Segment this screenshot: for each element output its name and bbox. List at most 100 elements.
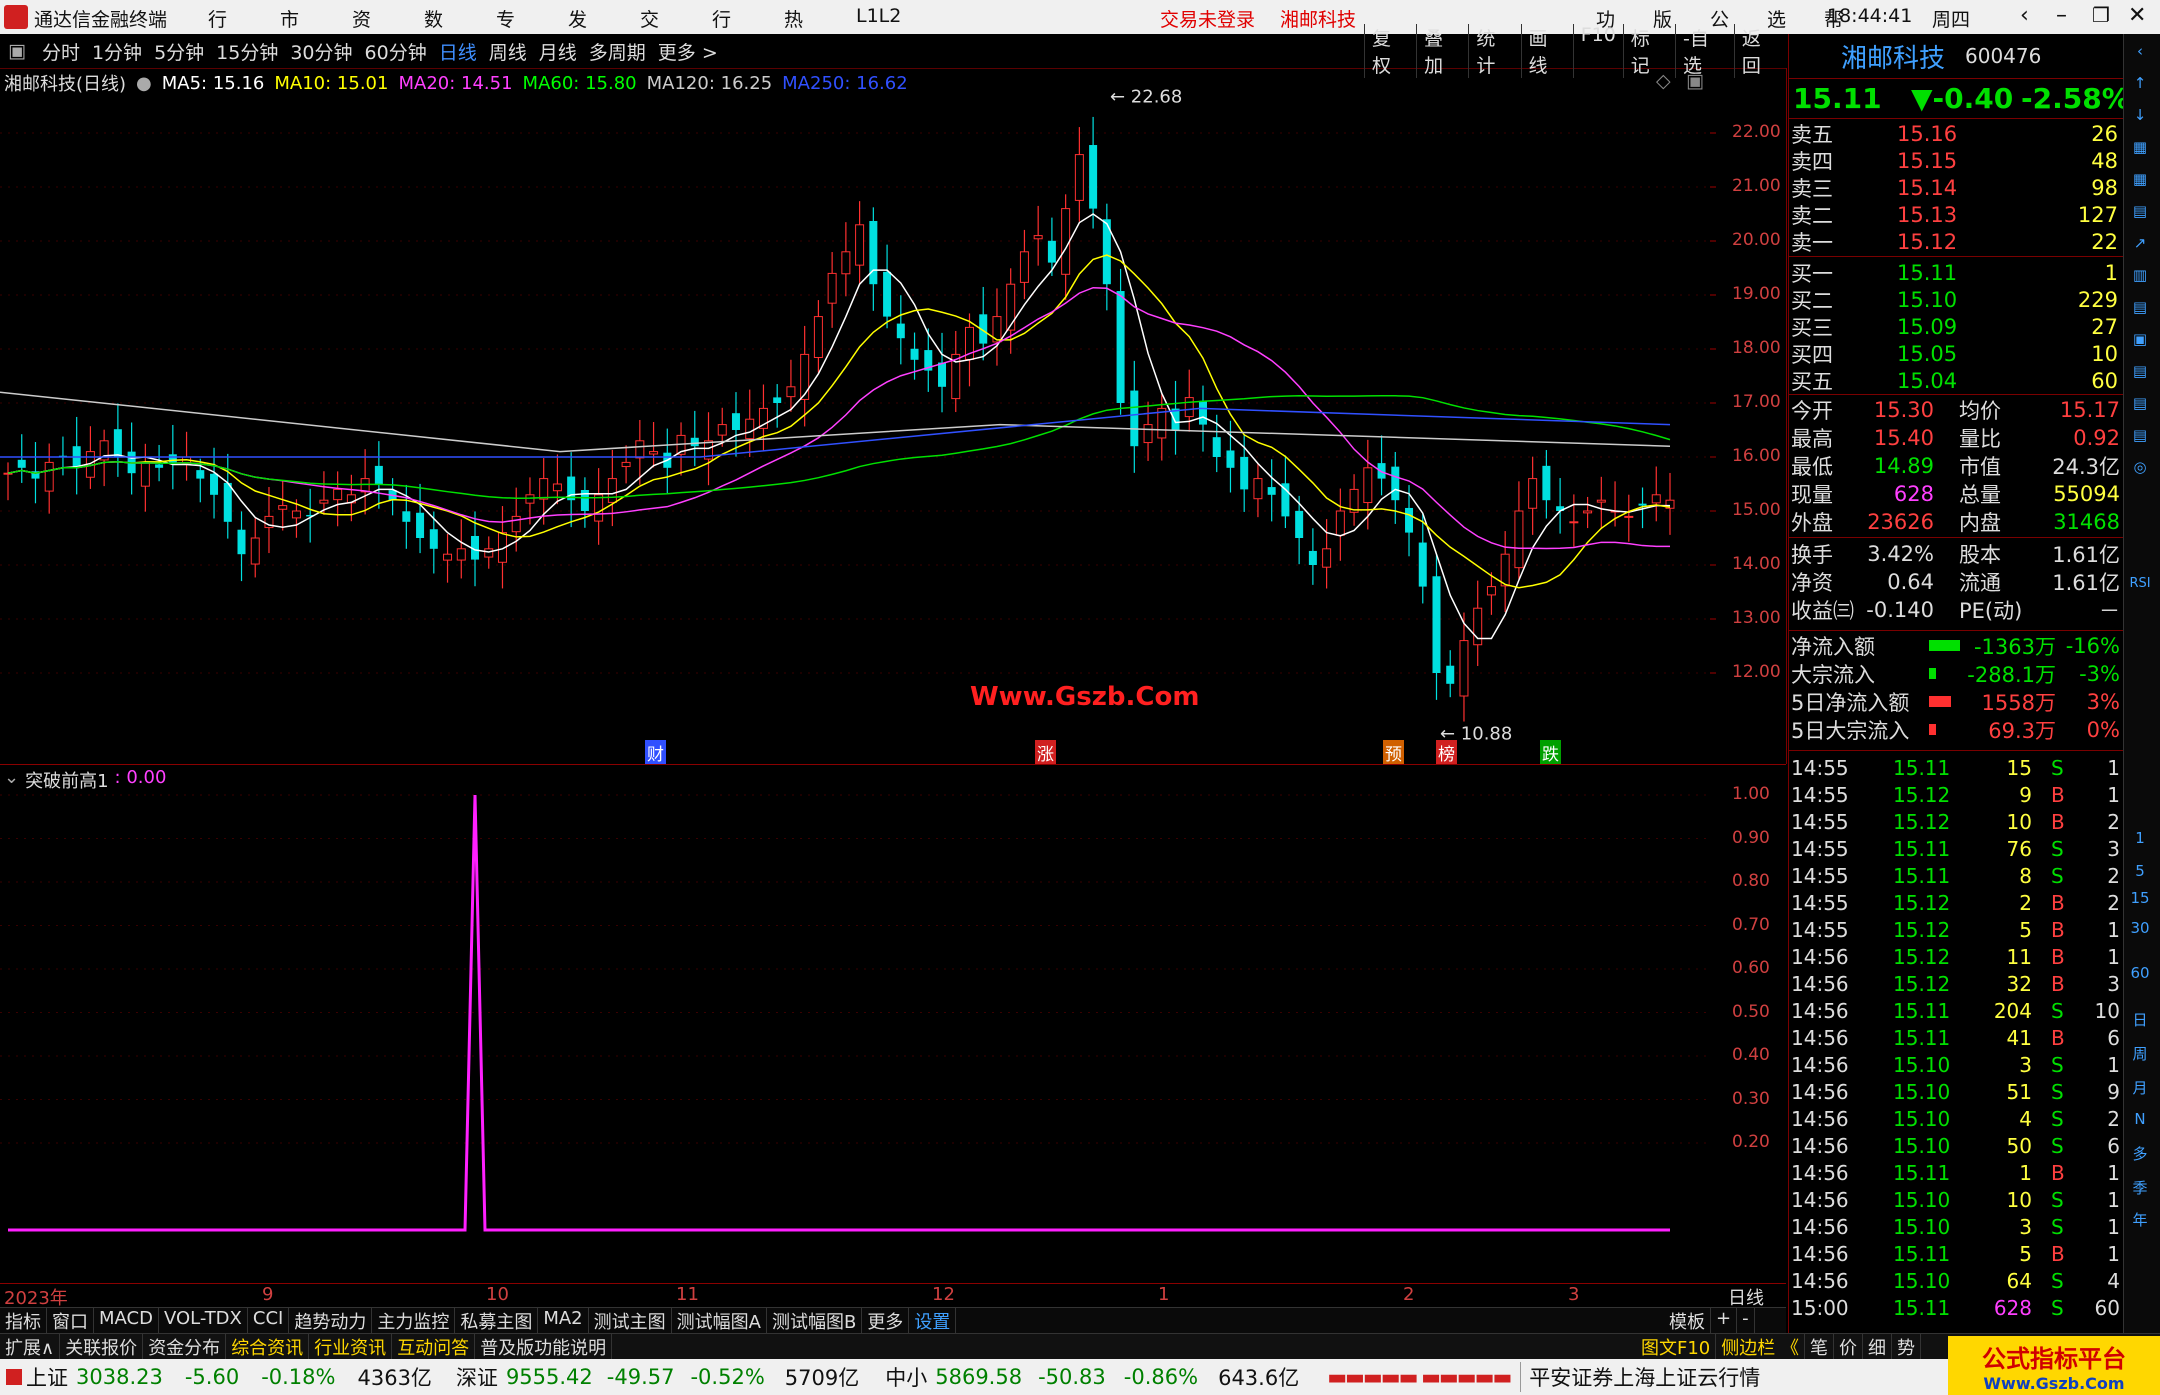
- indicator-tab-6[interactable]: 主力监控: [372, 1308, 456, 1334]
- side-tool-icon[interactable]: ▤: [2125, 294, 2155, 320]
- tick-list[interactable]: 14:55 15.11 15 S 1 14:55 15.12 9 B 1 14:55 15.12 10 B…: [1789, 750, 2124, 1332]
- period-tab-7[interactable]: 周线: [483, 38, 533, 65]
- ask-row[interactable]: 卖二 15.13 127: [1789, 201, 2124, 228]
- template-button-2[interactable]: -: [1737, 1308, 1755, 1334]
- candlestick-chart[interactable]: ← 22.68← 10.88: [0, 68, 1786, 764]
- side-period-5[interactable]: 日: [2125, 1006, 2155, 1032]
- period-tab-3[interactable]: 15分钟: [210, 38, 284, 65]
- flow-value: -1363万: [1973, 634, 2056, 659]
- indicator-tab-10[interactable]: 测试幅图A: [672, 1308, 767, 1334]
- side-tool-icon[interactable]: ▦: [2125, 166, 2155, 192]
- ask-row[interactable]: 卖三 15.14 98: [1789, 174, 2124, 201]
- period-tab-2[interactable]: 5分钟: [148, 38, 210, 65]
- ext-tab-5[interactable]: 互动问答: [392, 1334, 476, 1360]
- indicator-tab-9[interactable]: 测试主图: [589, 1308, 672, 1334]
- side-tool-icon[interactable]: ▤: [2125, 358, 2155, 384]
- side-period-6[interactable]: 周: [2125, 1040, 2155, 1066]
- indicator-tab-11[interactable]: 测试幅图B: [767, 1308, 863, 1334]
- side-tool-icon[interactable]: ▤: [2125, 422, 2155, 448]
- side-tool-icon[interactable]: ▤: [2125, 390, 2155, 416]
- side-rsi[interactable]: RSI: [2125, 570, 2155, 596]
- ask-row[interactable]: 卖一 15.12 22: [1789, 228, 2124, 255]
- side-period-8[interactable]: N: [2125, 1106, 2155, 1132]
- period-tab-10[interactable]: 更多 >: [652, 38, 724, 65]
- ext-right-4[interactable]: 细: [1863, 1334, 1892, 1360]
- side-tool-icon[interactable]: ▣: [2125, 326, 2155, 352]
- side-period-2[interactable]: 15: [2125, 885, 2155, 911]
- bid-row[interactable]: 买二 15.10 229: [1789, 286, 2124, 313]
- gszb-logo: 公式指标平台 Www.Gszb.Com: [1948, 1336, 2160, 1395]
- side-tool-icon[interactable]: ↑: [2125, 70, 2155, 96]
- template-button-0[interactable]: 模板: [1664, 1308, 1711, 1334]
- period-tab-8[interactable]: 月线: [533, 38, 583, 65]
- indicator-tab-0[interactable]: 指标: [0, 1308, 47, 1334]
- ext-tab-1[interactable]: 关联报价: [60, 1334, 144, 1360]
- side-tool-icon[interactable]: ↓: [2125, 102, 2155, 128]
- side-period-9[interactable]: 多: [2125, 1140, 2155, 1166]
- close-icon[interactable]: ✕: [2128, 3, 2146, 28]
- indicator-tab-7[interactable]: 私募主图: [455, 1308, 539, 1334]
- maximize-icon[interactable]: ❐: [2092, 3, 2110, 27]
- indicator-tab-4[interactable]: CCI: [248, 1308, 290, 1334]
- side-tool-icon[interactable]: ↗: [2125, 230, 2155, 256]
- ext-tab-3[interactable]: 综合资讯: [226, 1334, 310, 1360]
- period-tab-0[interactable]: 分时: [36, 38, 86, 65]
- minimize-icon[interactable]: –: [2056, 3, 2067, 28]
- zx-label[interactable]: 中小: [885, 1362, 927, 1392]
- ext-tab-6[interactable]: 普及版功能说明: [475, 1334, 613, 1360]
- side-period-10[interactable]: 季: [2125, 1174, 2155, 1200]
- side-period-7[interactable]: 月: [2125, 1074, 2155, 1100]
- bid-row[interactable]: 买四 15.05 10: [1789, 340, 2124, 367]
- ext-right-3[interactable]: 价: [1834, 1334, 1863, 1360]
- side-period-4[interactable]: 60: [2125, 960, 2155, 986]
- ext-right-2[interactable]: 笔: [1805, 1334, 1834, 1360]
- indicator-tab-8[interactable]: MA2: [538, 1308, 589, 1334]
- side-tool-icon[interactable]: ▥: [2125, 262, 2155, 288]
- template-button-1[interactable]: +: [1711, 1308, 1738, 1334]
- indicator-tab-2[interactable]: MACD: [94, 1308, 159, 1334]
- ask-row[interactable]: 卖五 15.16 26: [1789, 120, 2124, 147]
- period-tab-6[interactable]: 日线: [433, 38, 483, 65]
- ext-right-0[interactable]: 图文F10: [1636, 1334, 1717, 1360]
- side-period-0[interactable]: 1: [2125, 825, 2155, 851]
- period-tab-5[interactable]: 60分钟: [359, 38, 433, 65]
- tick-side: S: [2051, 1079, 2064, 1104]
- period-tab-1[interactable]: 1分钟: [86, 38, 148, 65]
- indicator-tab-13[interactable]: 设置: [909, 1308, 957, 1334]
- side-period-3[interactable]: 30: [2125, 915, 2155, 941]
- indicator-tab-12[interactable]: 更多: [862, 1308, 910, 1334]
- login-status[interactable]: 交易未登录: [1160, 5, 1255, 32]
- event-marker-3[interactable]: 榜: [1436, 740, 1457, 765]
- indicator-chart[interactable]: [0, 765, 1786, 1283]
- side-tool-icon[interactable]: ▤: [2125, 198, 2155, 224]
- event-marker-1[interactable]: 涨: [1035, 740, 1056, 765]
- candle-body: [1074, 154, 1084, 201]
- menu-item-9[interactable]: L1L2: [856, 5, 901, 27]
- panel-toggle-icon[interactable]: ▣: [8, 40, 26, 62]
- side-period-1[interactable]: 5: [2125, 858, 2155, 884]
- indicator-tab-1[interactable]: 窗口: [47, 1308, 94, 1334]
- bid-row[interactable]: 买一 15.11 1: [1789, 259, 2124, 286]
- period-tab-9[interactable]: 多周期: [583, 38, 652, 65]
- ask-row[interactable]: 卖四 15.15 48: [1789, 147, 2124, 174]
- indicator-tab-5[interactable]: 趋势动力: [289, 1308, 373, 1334]
- sh-label[interactable]: 上证: [26, 1362, 68, 1392]
- bid-row[interactable]: 买三 15.09 27: [1789, 313, 2124, 340]
- ext-tab-2[interactable]: 资金分布: [143, 1334, 227, 1360]
- event-marker-0[interactable]: 财: [645, 740, 666, 765]
- ext-right-1[interactable]: 侧边栏 《: [1716, 1334, 1805, 1360]
- side-tool-icon[interactable]: ▦: [2125, 134, 2155, 160]
- ext-tab-0[interactable]: 扩展∧: [0, 1334, 61, 1360]
- ext-right-5[interactable]: 势: [1892, 1334, 1921, 1360]
- side-period-11[interactable]: 年: [2125, 1206, 2155, 1232]
- side-tool-icon[interactable]: ‹: [2125, 38, 2155, 64]
- bid-row[interactable]: 买五 15.04 60: [1789, 367, 2124, 394]
- indicator-tab-3[interactable]: VOL-TDX: [159, 1308, 248, 1334]
- side-tool-icon[interactable]: ◎: [2125, 454, 2155, 480]
- period-tab-4[interactable]: 30分钟: [284, 38, 358, 65]
- back-arrow-icon[interactable]: ‹: [2020, 3, 2029, 28]
- event-marker-4[interactable]: 跌: [1540, 740, 1561, 765]
- event-marker-2[interactable]: 预: [1383, 740, 1404, 765]
- ext-tab-4[interactable]: 行业资讯: [309, 1334, 393, 1360]
- sz-label[interactable]: 深证: [456, 1362, 498, 1392]
